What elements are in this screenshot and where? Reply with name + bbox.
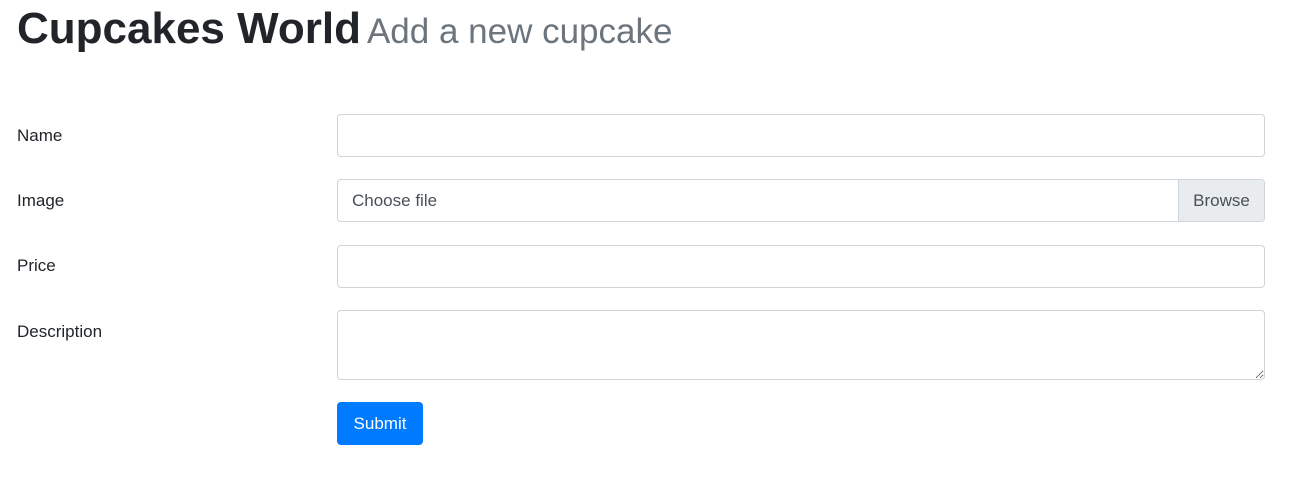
choose-file-text: Choose file	[352, 190, 438, 210]
description-textarea[interactable]	[337, 310, 1265, 380]
submit-button[interactable]: Submit	[337, 402, 423, 445]
image-file-input[interactable]: Choose file Browse	[337, 179, 1265, 222]
page-title: Cupcakes World	[17, 4, 361, 53]
name-label: Name	[17, 126, 63, 145]
name-input[interactable]	[337, 114, 1265, 157]
description-label: Description	[17, 322, 103, 341]
image-label: Image	[17, 191, 65, 210]
page-subtitle: Add a new cupcake	[366, 12, 673, 51]
browse-button[interactable]: Browse	[1178, 180, 1264, 221]
price-input[interactable]	[337, 245, 1265, 288]
price-label: Price	[17, 256, 56, 275]
page-heading: Cupcakes World Add a new cupcake	[17, 2, 672, 59]
page: Cupcakes World Add a new cupcake Name Ima…	[0, 0, 1296, 491]
